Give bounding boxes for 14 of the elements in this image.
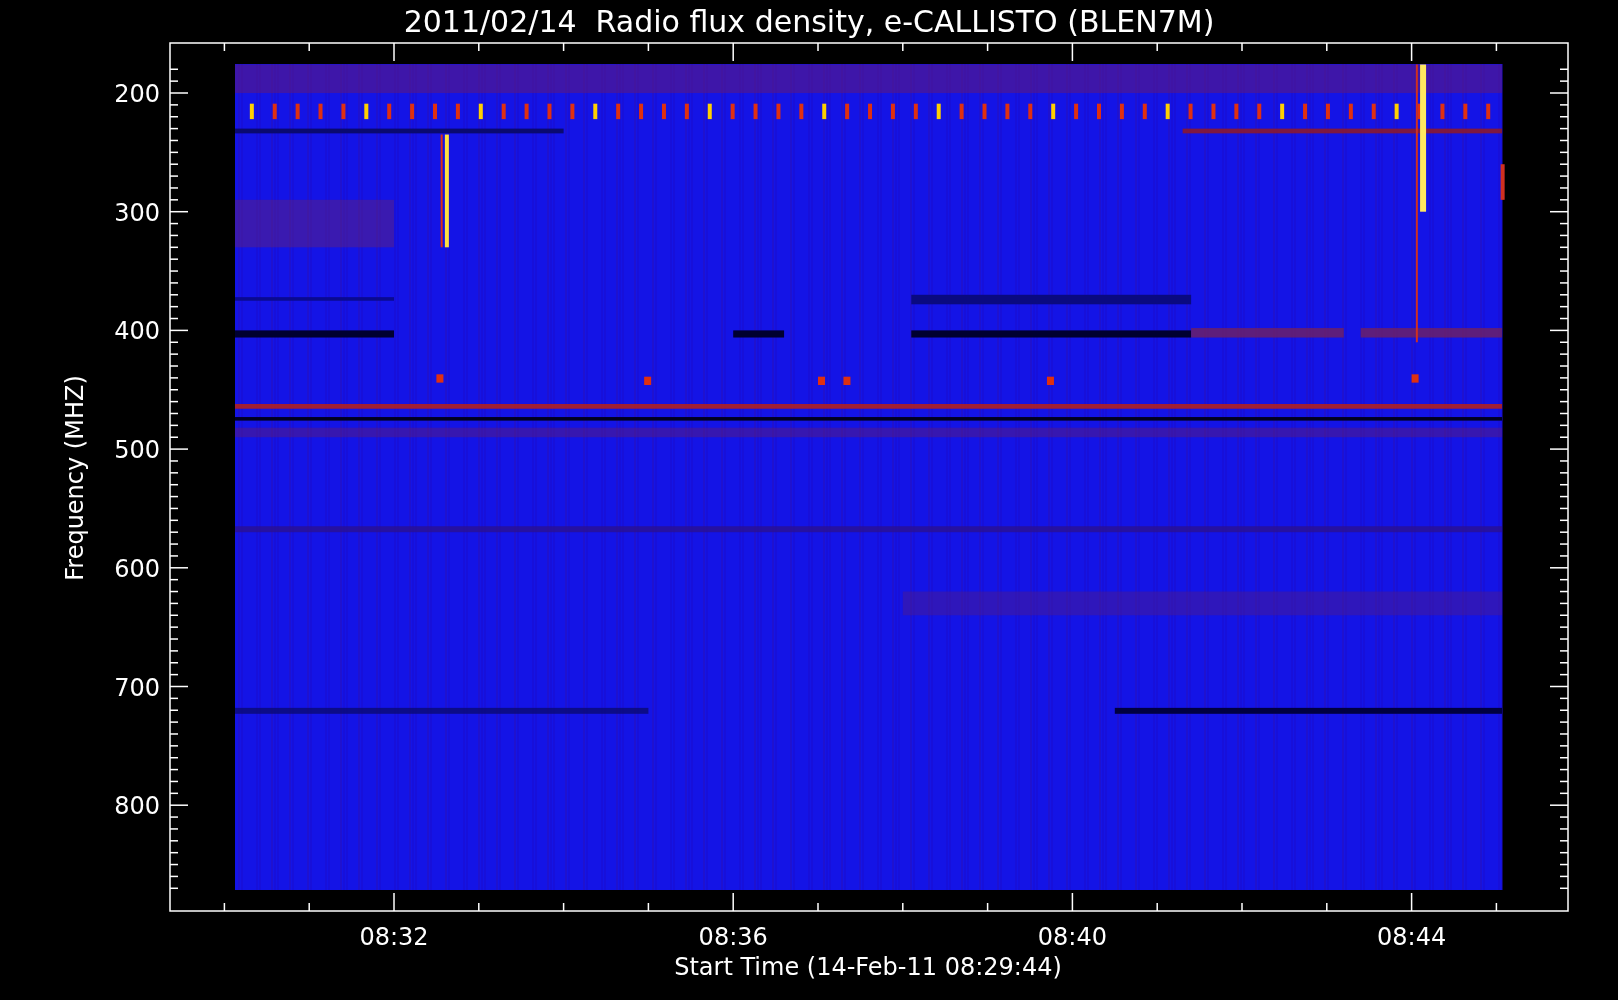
y-tick-label: 800 [114, 792, 160, 821]
x-tick-label: 08:44 [1377, 923, 1447, 951]
y-tick-label: 200 [114, 80, 160, 108]
x-tick-label: 08:36 [698, 923, 768, 951]
y-tick-label: 400 [114, 317, 160, 346]
x-tick-label: 08:32 [359, 923, 429, 951]
y-tick-label: 700 [114, 673, 160, 702]
x-tick-label: 08:40 [1037, 923, 1107, 951]
y-tick-label: 500 [114, 436, 160, 465]
y-tick-label: 600 [114, 554, 160, 583]
chart-title: 2011/02/14 Radio flux density, e-CALLISTO (BLEN7M) [403, 4, 1215, 39]
x-axis-title: Start Time (14-Feb-11 08:29:44) [674, 953, 1062, 981]
y-axis-title: Frequency (MHZ) [61, 375, 89, 581]
y-tick-label: 300 [114, 198, 160, 227]
